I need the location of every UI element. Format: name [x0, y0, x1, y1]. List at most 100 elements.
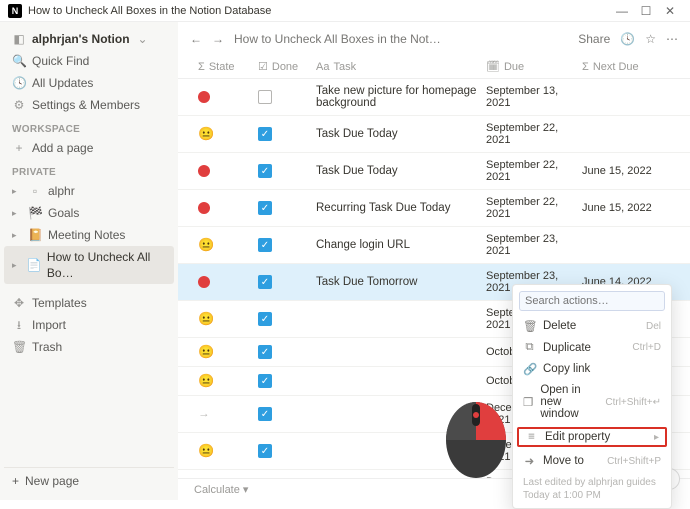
sidebar-page-meeting[interactable]: ▸📔Meeting Notes — [4, 224, 174, 246]
add-page-workspace[interactable]: +Add a page — [4, 137, 174, 159]
checkbox[interactable]: ✓ — [258, 374, 272, 388]
menu-copy-link[interactable]: 🔗Copy link — [513, 358, 671, 380]
workspace-switcher[interactable]: ◧ alphrjan's Notion ⌄ — [4, 28, 174, 50]
cell-task[interactable]: Take new picture for homepage background — [312, 79, 482, 115]
more-icon[interactable]: ⋯ — [666, 32, 678, 46]
col-task[interactable]: AaTask — [312, 55, 482, 78]
cell-task[interactable]: Task Due Today — [312, 153, 482, 189]
cell-next-due[interactable]: June 15, 2022 — [578, 190, 668, 226]
col-state[interactable]: ΣState — [194, 55, 254, 78]
templates[interactable]: ✥Templates — [4, 292, 174, 314]
checkbox[interactable]: ✓ — [258, 345, 272, 359]
sidebar-page-alphr[interactable]: ▸▫alphr — [4, 180, 174, 202]
cell-task[interactable]: Task Due Today — [312, 116, 482, 152]
checkbox[interactable]: ✓ — [258, 201, 272, 215]
cell-done[interactable]: ✓ — [254, 396, 312, 432]
menu-duplicate[interactable]: ⧉DuplicateCtrl+D — [513, 337, 671, 358]
checkbox[interactable]: ✓ — [258, 312, 272, 326]
checkbox[interactable]: ✓ — [258, 127, 272, 141]
cell-done[interactable]: ✓ — [254, 264, 312, 300]
cell-state[interactable] — [194, 116, 254, 152]
all-updates[interactable]: 🕓All Updates — [4, 72, 174, 94]
context-search[interactable] — [519, 291, 665, 311]
table-row[interactable]: ✓ Recurring Task Due TodaySeptember 22, 2… — [178, 190, 690, 227]
cell-done[interactable]: ✓ — [254, 338, 312, 366]
table-row[interactable]: ✓ Task Due TodaySeptember 22, 2021June 15… — [178, 153, 690, 190]
back-button[interactable]: ← — [190, 32, 202, 46]
close-button[interactable]: ✕ — [658, 4, 682, 18]
caret-icon[interactable]: ▸ — [12, 183, 22, 199]
share-button[interactable]: Share — [578, 32, 610, 46]
cell-next-due[interactable] — [578, 227, 668, 263]
shortcut: Del — [646, 321, 661, 332]
cell-state[interactable] — [194, 301, 254, 337]
cell-state[interactable] — [194, 79, 254, 115]
new-page[interactable]: +New page — [4, 467, 174, 494]
cell-done[interactable]: ✓ — [254, 227, 312, 263]
menu-delete[interactable]: 🗑DeleteDel — [513, 315, 671, 337]
calendar-icon: 🗓 — [486, 60, 500, 73]
checkbox[interactable] — [258, 90, 272, 104]
cell-next-due[interactable]: June 15, 2022 — [578, 153, 668, 189]
checkbox[interactable]: ✓ — [258, 407, 272, 421]
cell-due[interactable]: September 13, 2021 — [482, 79, 578, 115]
checkbox[interactable]: ✓ — [258, 275, 272, 289]
cell-task[interactable]: Recurring Task Due Today — [312, 190, 482, 226]
forward-button[interactable]: → — [212, 32, 224, 46]
cell-due[interactable]: September 23, 2021 — [482, 227, 578, 263]
sidebar-page-goals[interactable]: ▸🏁Goals — [4, 202, 174, 224]
cell-done[interactable] — [254, 79, 312, 115]
search-input[interactable] — [519, 291, 665, 311]
settings-members[interactable]: ⚙Settings & Members — [4, 94, 174, 116]
quick-find[interactable]: 🔍Quick Find — [4, 50, 174, 72]
calculate-menu[interactable]: Calculate ▾ — [194, 483, 248, 496]
menu-open-new-window[interactable]: ❐Open in new windowCtrl+Shift+↵ — [513, 380, 671, 424]
cell-state[interactable] — [194, 367, 254, 395]
minimize-button[interactable]: — — [610, 4, 634, 18]
cell-due[interactable]: September 22, 2021 — [482, 190, 578, 226]
sidebar-page-current[interactable]: ▸📄How to Uncheck All Bo… — [4, 246, 174, 284]
col-done[interactable]: ☑Done — [254, 55, 312, 78]
cell-state[interactable] — [194, 153, 254, 189]
cell-state[interactable] — [194, 227, 254, 263]
breadcrumb[interactable]: How to Uncheck All Boxes in the Not… — [234, 32, 441, 46]
cell-done[interactable]: ✓ — [254, 190, 312, 226]
cell-due[interactable]: September 22, 2021 — [482, 116, 578, 152]
cell-task[interactable]: Change login URL — [312, 227, 482, 263]
menu-edit-property[interactable]: ≡Edit property▸ — [519, 429, 665, 445]
favorite-icon[interactable]: ☆ — [645, 32, 656, 46]
updates-icon[interactable]: 🕓 — [620, 32, 635, 46]
cell-state[interactable] — [194, 190, 254, 226]
checkbox[interactable]: ✓ — [258, 238, 272, 252]
caret-icon[interactable]: ▸ — [12, 205, 22, 221]
trash[interactable]: 🗑Trash — [4, 336, 174, 358]
cell-task[interactable] — [312, 301, 482, 337]
cell-done[interactable]: ✓ — [254, 367, 312, 395]
cell-done[interactable]: ✓ — [254, 116, 312, 152]
cell-next-due[interactable] — [578, 116, 668, 152]
table-row[interactable]: Take new picture for homepage background… — [178, 79, 690, 116]
caret-icon[interactable]: ▸ — [12, 257, 21, 273]
table-row[interactable]: ✓ Change login URLSeptember 23, 2021 — [178, 227, 690, 264]
menu-move-to[interactable]: ➜Move toCtrl+Shift+P — [513, 450, 671, 472]
col-due[interactable]: 🗓Due — [482, 55, 578, 78]
cell-state[interactable] — [194, 264, 254, 300]
cell-done[interactable]: ✓ — [254, 153, 312, 189]
cell-state[interactable] — [194, 338, 254, 366]
caret-icon[interactable]: ▸ — [12, 227, 22, 243]
cell-due[interactable]: September 22, 2021 — [482, 153, 578, 189]
cell-done[interactable]: ✓ — [254, 301, 312, 337]
maximize-button[interactable]: ☐ — [634, 4, 658, 18]
import[interactable]: ⭳Import — [4, 314, 174, 336]
table-row[interactable]: ✓ Task Due TodaySeptember 22, 2021 — [178, 116, 690, 153]
main: ← → How to Uncheck All Boxes in the Not…… — [178, 22, 690, 500]
cell-task[interactable] — [312, 338, 482, 366]
cell-next-due[interactable] — [578, 79, 668, 115]
cell-done[interactable]: ✓ — [254, 433, 312, 469]
cell-task[interactable]: Task Due Tomorrow — [312, 264, 482, 300]
cell-state[interactable] — [194, 433, 254, 469]
checkbox[interactable]: ✓ — [258, 444, 272, 458]
col-next[interactable]: ΣNext Due — [578, 55, 668, 78]
checkbox[interactable]: ✓ — [258, 164, 272, 178]
cell-state[interactable] — [194, 396, 254, 432]
